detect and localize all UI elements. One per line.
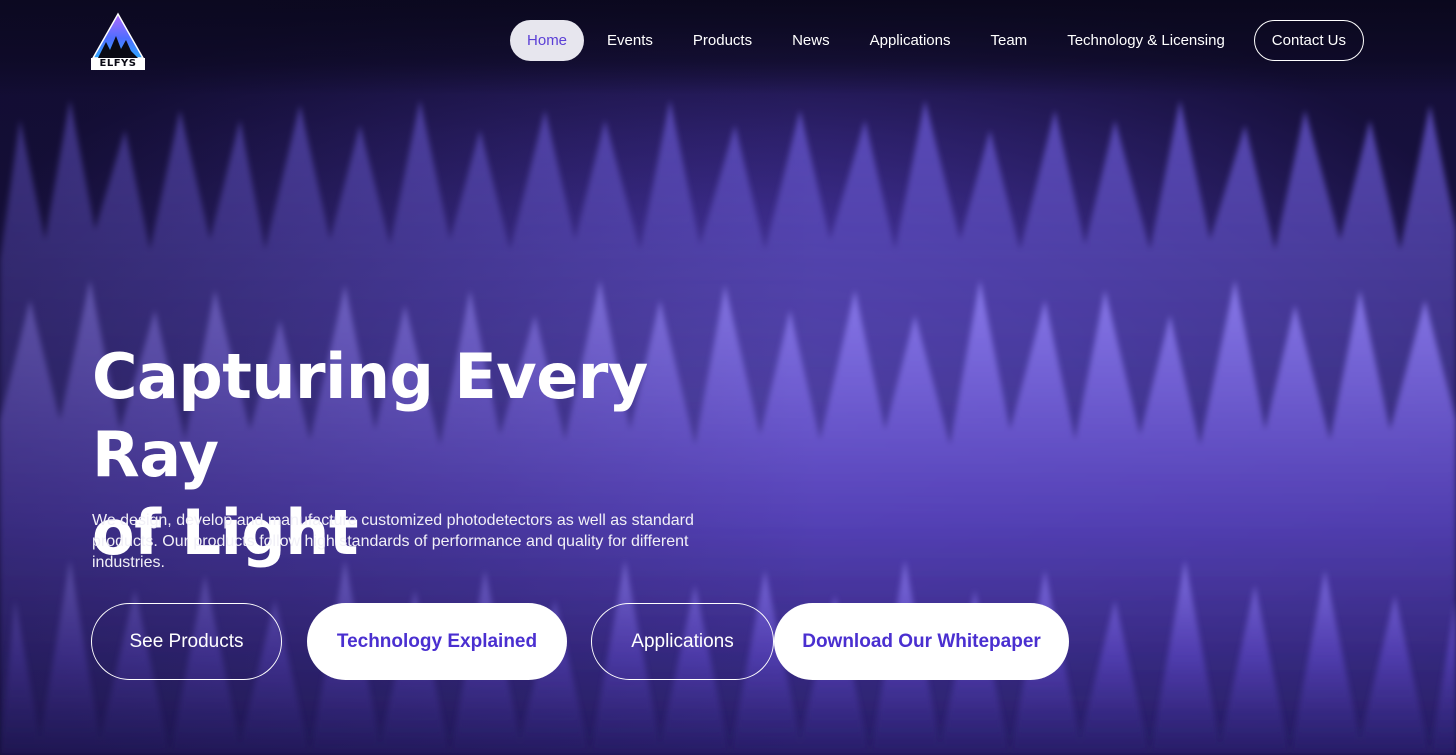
- hero-subtitle: We design, develop and manufacture custo…: [92, 512, 694, 571]
- nav-news[interactable]: News: [775, 20, 847, 61]
- hero-actions: See Products Technology Explained Applic…: [91, 603, 1081, 680]
- technology-explained-button[interactable]: Technology Explained: [307, 603, 567, 680]
- nav-applications[interactable]: Applications: [853, 20, 968, 61]
- hero-title-line-1: Capturing Every Ray: [92, 340, 648, 491]
- logo-wordmark: ELFYS: [99, 58, 137, 69]
- nav-technology-licensing[interactable]: Technology & Licensing: [1050, 20, 1242, 61]
- download-whitepaper-button[interactable]: Download Our Whitepaper: [774, 603, 1069, 680]
- nav-team[interactable]: Team: [974, 20, 1045, 61]
- nav-home[interactable]: Home: [510, 20, 585, 61]
- elfys-logo[interactable]: ELFYS: [90, 12, 146, 72]
- see-products-button[interactable]: See Products: [91, 603, 282, 680]
- nav-products[interactable]: Products: [676, 20, 769, 61]
- applications-button[interactable]: Applications: [591, 603, 774, 680]
- contact-us-button[interactable]: Contact Us: [1253, 20, 1364, 61]
- main-nav: Home Events Products News Applications T…: [504, 20, 1364, 61]
- nav-events[interactable]: Events: [590, 20, 670, 61]
